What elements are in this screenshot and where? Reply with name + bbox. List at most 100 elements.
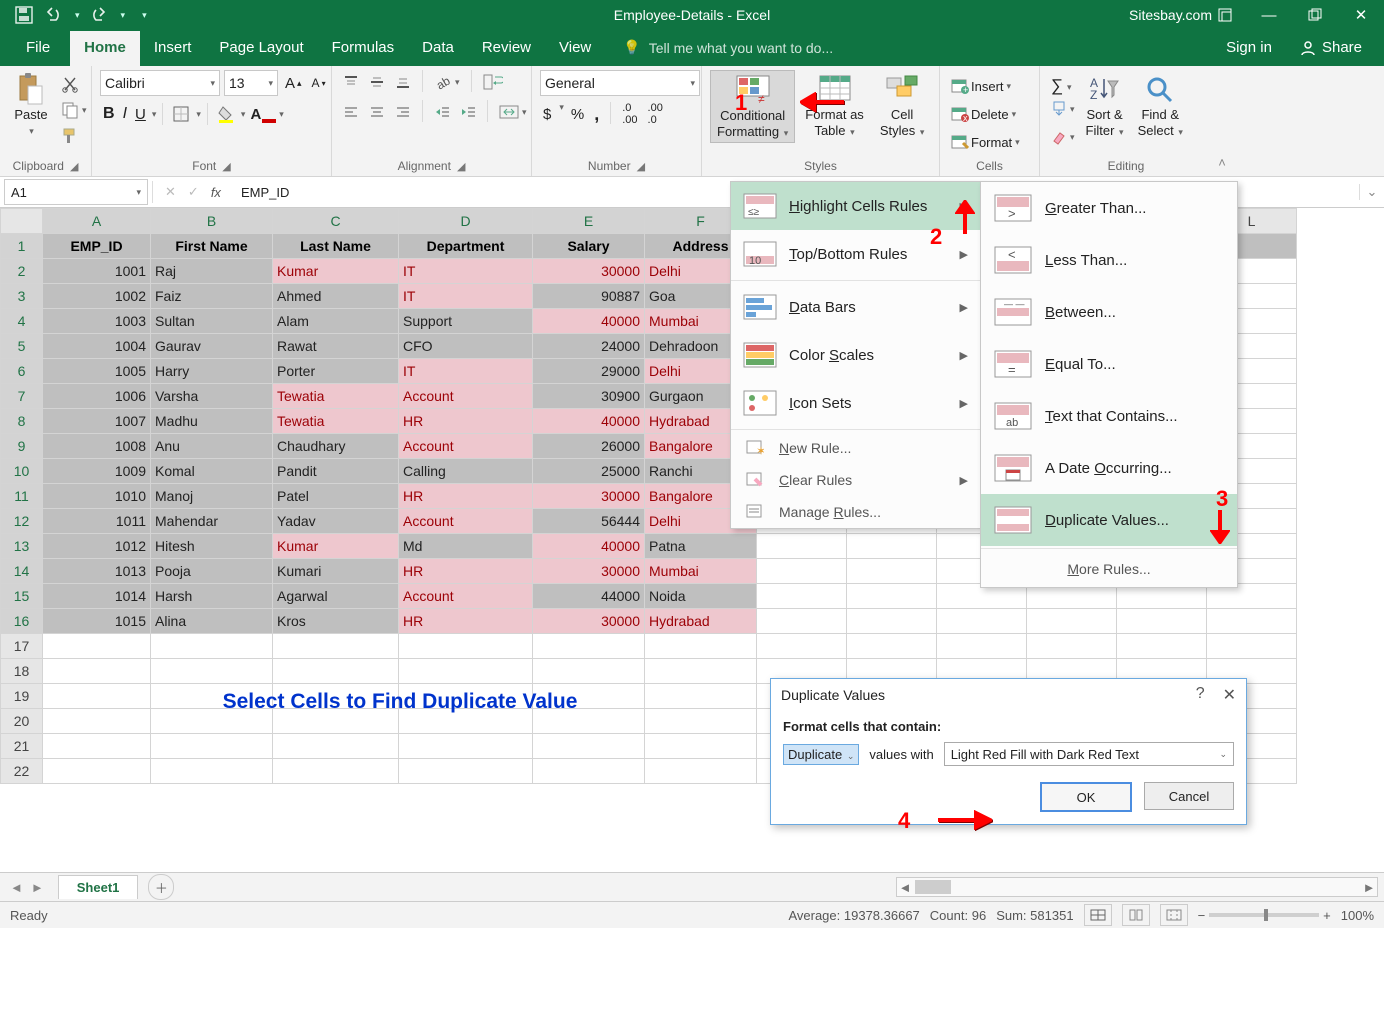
submenu-between[interactable]: — —Between... xyxy=(981,286,1237,338)
tab-formulas[interactable]: Formulas xyxy=(318,31,409,66)
cell[interactable]: Calling xyxy=(399,459,533,484)
cell[interactable] xyxy=(273,759,399,784)
cell[interactable]: 29000 xyxy=(533,359,645,384)
menu-manage-rules[interactable]: Manage Rules... xyxy=(731,496,980,528)
cell[interactable]: HR xyxy=(399,409,533,434)
menu-color-scales[interactable]: Color Scales▶ xyxy=(731,331,980,379)
format-style-select[interactable]: Light Red Fill with Dark Red Text⌄ xyxy=(944,742,1234,766)
font-name-combo[interactable]: Calibri▾ xyxy=(100,70,220,96)
page-break-view-icon[interactable] xyxy=(1160,904,1188,926)
cell[interactable]: Faiz xyxy=(151,284,273,309)
cell[interactable]: 1008 xyxy=(43,434,151,459)
row-header[interactable]: 17 xyxy=(1,634,43,659)
format-cells-button[interactable]: Format ▾ xyxy=(948,130,1023,154)
row-header[interactable]: 3 xyxy=(1,284,43,309)
cell[interactable]: 26000 xyxy=(533,434,645,459)
cell[interactable]: 30000 xyxy=(533,609,645,634)
column-header[interactable]: E xyxy=(533,209,645,234)
orientation-icon[interactable]: ab▾ xyxy=(431,70,463,94)
collapse-ribbon-icon[interactable]: ˄ xyxy=(1212,66,1232,176)
tab-page-layout[interactable]: Page Layout xyxy=(205,31,317,66)
align-top-icon[interactable] xyxy=(340,70,362,94)
cell[interactable]: IT xyxy=(399,284,533,309)
cell[interactable]: Patel xyxy=(273,484,399,509)
cell[interactable]: Account xyxy=(399,509,533,534)
sort-filter-button[interactable]: AZ Sort &Filter ▾ xyxy=(1080,70,1130,141)
increase-indent-icon[interactable] xyxy=(457,100,479,124)
cell[interactable]: 1001 xyxy=(43,259,151,284)
tab-view[interactable]: View xyxy=(545,31,605,66)
cell[interactable] xyxy=(151,734,273,759)
dialog-launcher-icon[interactable]: ◢ xyxy=(637,160,645,173)
underline-button[interactable]: U xyxy=(132,102,149,126)
cell[interactable]: 1012 xyxy=(43,534,151,559)
cell[interactable] xyxy=(937,634,1027,659)
cell[interactable]: Chaudhary xyxy=(273,434,399,459)
cell[interactable]: Rawat xyxy=(273,334,399,359)
row-header[interactable]: 8 xyxy=(1,409,43,434)
row-header[interactable]: 18 xyxy=(1,659,43,684)
align-bottom-icon[interactable] xyxy=(392,70,414,94)
cell[interactable]: Hitesh xyxy=(151,534,273,559)
cell[interactable] xyxy=(399,759,533,784)
fill-color-icon[interactable] xyxy=(214,102,238,126)
submenu-equal-to[interactable]: =Equal To... xyxy=(981,338,1237,390)
row-header[interactable]: 5 xyxy=(1,334,43,359)
cell[interactable]: 25000 xyxy=(533,459,645,484)
cell[interactable] xyxy=(399,634,533,659)
cell[interactable]: Account xyxy=(399,584,533,609)
cell[interactable]: Account xyxy=(399,384,533,409)
cell[interactable]: Sultan xyxy=(151,309,273,334)
menu-clear-rules[interactable]: Clear Rules▶ xyxy=(731,464,980,496)
cell-styles-button[interactable]: CellStyles ▾ xyxy=(874,70,931,141)
cell[interactable]: Md xyxy=(399,534,533,559)
cell[interactable]: Porter xyxy=(273,359,399,384)
cell[interactable]: 1004 xyxy=(43,334,151,359)
cell[interactable]: 1010 xyxy=(43,484,151,509)
tab-review[interactable]: Review xyxy=(468,31,545,66)
cell[interactable] xyxy=(847,634,937,659)
row-header[interactable]: 1 xyxy=(1,234,43,259)
table-header-cell[interactable]: First Name xyxy=(151,234,273,259)
cell[interactable]: IT xyxy=(399,259,533,284)
cell[interactable]: Ahmed xyxy=(273,284,399,309)
save-icon[interactable] xyxy=(14,5,34,25)
cell[interactable]: Alina xyxy=(151,609,273,634)
clear-icon[interactable]: ▾ xyxy=(1048,125,1078,149)
decrease-decimal-icon[interactable]: .00.0 xyxy=(645,102,666,126)
format-painter-icon[interactable] xyxy=(58,124,90,148)
cell[interactable]: 1014 xyxy=(43,584,151,609)
table-header-cell[interactable]: Last Name xyxy=(273,234,399,259)
name-box[interactable]: A1▾ xyxy=(4,179,148,205)
shrink-font-icon[interactable]: A▾ xyxy=(309,71,329,95)
cell[interactable] xyxy=(399,659,533,684)
align-left-icon[interactable] xyxy=(340,100,362,124)
cell[interactable]: 1015 xyxy=(43,609,151,634)
cell[interactable]: Alam xyxy=(273,309,399,334)
row-header[interactable]: 4 xyxy=(1,309,43,334)
row-header[interactable]: 20 xyxy=(1,709,43,734)
row-header[interactable]: 2 xyxy=(1,259,43,284)
tab-insert[interactable]: Insert xyxy=(140,31,206,66)
percent-format-icon[interactable]: % xyxy=(568,102,587,126)
sheet-nav-next-icon[interactable]: ► xyxy=(31,880,44,895)
cell[interactable] xyxy=(645,634,757,659)
table-header-cell[interactable]: EMP_ID xyxy=(43,234,151,259)
menu-top-bottom-rules[interactable]: 10 Top/Bottom Rules▶ xyxy=(731,230,980,278)
cell[interactable]: Kumari xyxy=(273,559,399,584)
delete-cells-button[interactable]: xDelete ▾ xyxy=(948,102,1023,126)
cell[interactable]: 44000 xyxy=(533,584,645,609)
row-header[interactable]: 22 xyxy=(1,759,43,784)
cell[interactable]: Mumbai xyxy=(645,559,757,584)
menu-data-bars[interactable]: Data Bars▶ xyxy=(731,283,980,331)
table-header-cell[interactable]: Department xyxy=(399,234,533,259)
cell[interactable]: Tewatia xyxy=(273,409,399,434)
submenu-date-occurring[interactable]: A Date Occurring... xyxy=(981,442,1237,494)
cell[interactable]: Pandit xyxy=(273,459,399,484)
cell[interactable]: 30000 xyxy=(533,259,645,284)
cell[interactable]: Madhu xyxy=(151,409,273,434)
cell[interactable]: Hydrabad xyxy=(645,609,757,634)
number-format-combo[interactable]: General▾ xyxy=(540,70,700,96)
fx-icon[interactable]: fx xyxy=(211,185,221,200)
zoom-slider[interactable]: −+ 100% xyxy=(1198,908,1374,923)
